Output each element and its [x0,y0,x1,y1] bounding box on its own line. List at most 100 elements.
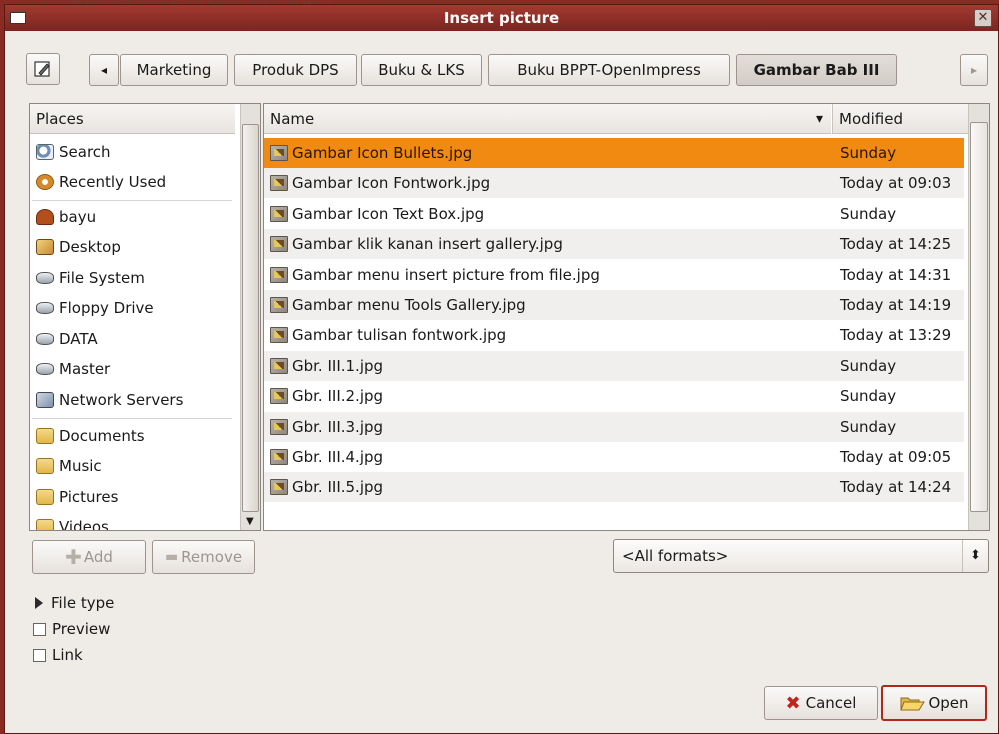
file-row[interactable]: Gbr. III.4.jpg Today at 09:05 [264,442,964,472]
places-scrollbar[interactable]: ▼ [240,104,260,530]
file-modified: Sunday [840,356,897,375]
file-modified: Today at 14:19 [840,296,952,314]
crumb-marketing[interactable]: Marketing [120,54,228,86]
places-header-label: Places [36,110,84,128]
remove-button-label: Remove [181,548,243,566]
file-type-expander[interactable]: File type [33,594,114,612]
places-item-recently-used[interactable]: Recently Used [30,167,235,197]
places-item-label: Documents [59,427,145,445]
places-item-desktop[interactable]: Desktop [30,232,235,262]
edit-location-button[interactable] [26,53,60,85]
image-file-icon [270,205,288,222]
files-scroll-thumb[interactable] [970,122,988,512]
search-icon [36,144,54,160]
places-item-floppy-drive[interactable]: Floppy Drive [30,293,235,323]
file-modified: Today at 14:24 [840,478,952,497]
files-scrollbar[interactable] [968,104,989,530]
places-item-label: bayu [59,208,97,226]
scroll-down-arrow-icon[interactable]: ▼ [246,516,254,527]
file-row[interactable]: Gambar Icon Fontwork.jpg Today at 09:03 [264,168,964,199]
places-pane: Places Search Recently Used bayu Desktop… [29,103,261,531]
column-name-label: Name [270,110,315,128]
drive-icon [36,363,54,375]
places-item-music[interactable]: Music [30,451,235,481]
crumb-buku-bppt[interactable]: Buku BPPT-OpenImpress [488,54,730,86]
image-file-icon [270,297,288,313]
column-modified-label: Modified [839,110,904,128]
places-item-documents[interactable]: Documents [30,421,235,451]
cancel-button[interactable]: ✖ Cancel [764,686,878,720]
places-item-label: Music [59,457,102,475]
file-name: Gbr. III.2.jpg [292,387,384,406]
file-row[interactable]: Gambar Icon Bullets.jpg Sunday [264,138,964,168]
column-header-name[interactable]: Name ▾ [264,104,831,134]
title-bar: Insert picture ✕ [5,5,998,31]
file-format-selected: <All formats> [622,547,729,565]
image-file-icon [270,418,288,435]
places-scroll-thumb[interactable] [242,124,259,512]
path-scroll-left-button[interactable]: ◂ [89,54,119,86]
link-checkbox[interactable] [33,648,46,662]
file-name: Gambar klik kanan insert gallery.jpg [292,235,563,254]
close-icon[interactable]: ✕ [974,9,992,27]
file-name: Gambar menu insert picture from file.jpg [292,265,600,284]
places-item-bayu[interactable]: bayu [30,202,235,232]
image-file-icon [270,236,288,253]
remove-button[interactable]: ▬ Remove [152,540,255,574]
places-item-label: Search [59,143,111,161]
file-row[interactable]: Gambar Icon Text Box.jpg Sunday [264,199,964,229]
places-item-file-system[interactable]: File System [30,263,235,293]
crumb-label: Marketing [136,61,212,79]
folder-icon [36,489,54,505]
file-row[interactable]: Gbr. III.3.jpg Sunday [264,411,964,442]
places-item-label: Desktop [59,238,121,256]
file-row[interactable]: Gbr. III.5.jpg Today at 14:24 [264,472,964,503]
crumb-buku-lks[interactable]: Buku & LKS [361,54,482,86]
minus-icon: ▬ [164,549,179,565]
places-item-label: Network Servers [59,391,184,409]
crumb-label: Buku & LKS [378,61,465,79]
preview-checkbox-row[interactable]: Preview [33,620,110,638]
places-item-label: Recently Used [59,173,167,191]
folder-icon [36,519,54,530]
places-item-master[interactable]: Master [30,354,235,384]
places-item-videos[interactable]: Videos [30,512,235,530]
desktop-icon [36,239,54,255]
file-name: Gambar tulisan fontwork.jpg [292,326,507,345]
column-header-modified[interactable]: Modified [832,104,968,134]
recent-icon [36,174,54,190]
open-button[interactable]: Open [881,685,987,721]
file-row[interactable]: Gbr. III.2.jpg Sunday [264,381,964,411]
file-row[interactable]: Gambar klik kanan insert gallery.jpg Toda… [264,229,964,260]
places-item-search[interactable]: Search [30,137,235,167]
file-name: Gambar Icon Text Box.jpg [292,204,485,223]
file-row[interactable]: Gambar menu insert picture from file.jpg… [264,260,964,290]
link-checkbox-row[interactable]: Link [33,646,83,664]
file-format-filter[interactable]: <All formats> ⬍ [613,539,989,573]
file-name: Gambar menu Tools Gallery.jpg [292,296,526,314]
preview-checkbox[interactable] [33,622,46,636]
places-item-pictures[interactable]: Pictures [30,482,235,512]
plus-icon: ✚ [65,545,82,569]
crumb-gambar-bab-iii[interactable]: Gambar Bab III [736,54,897,86]
add-button[interactable]: ✚ Add [32,540,146,574]
expander-triangle-icon [35,597,43,609]
file-modified: Sunday [840,387,897,406]
chevron-left-icon: ◂ [100,63,108,77]
file-name: Gbr. III.5.jpg [292,478,384,497]
file-row[interactable]: Gambar menu Tools Gallery.jpg Today at 14… [264,290,964,320]
path-scroll-right-button[interactable]: ▸ [960,54,988,86]
file-row[interactable]: Gambar tulisan fontwork.jpg Today at 13:2… [264,320,964,350]
open-folder-icon [900,697,926,711]
crumb-produk-dps[interactable]: Produk DPS [234,54,357,86]
file-modified: Today at 09:03 [840,174,952,193]
file-modified: Sunday [840,417,897,436]
places-item-network-servers[interactable]: Network Servers [30,385,235,415]
file-modified: Today at 09:05 [840,448,952,466]
file-row[interactable]: Gbr. III.1.jpg Sunday [264,350,964,381]
places-item-label: Pictures [59,488,119,506]
places-item-data[interactable]: DATA [30,324,235,354]
places-header[interactable]: Places [30,104,235,134]
file-modified: Today at 13:29 [840,326,952,345]
crumb-label: Gambar Bab III [753,61,880,79]
